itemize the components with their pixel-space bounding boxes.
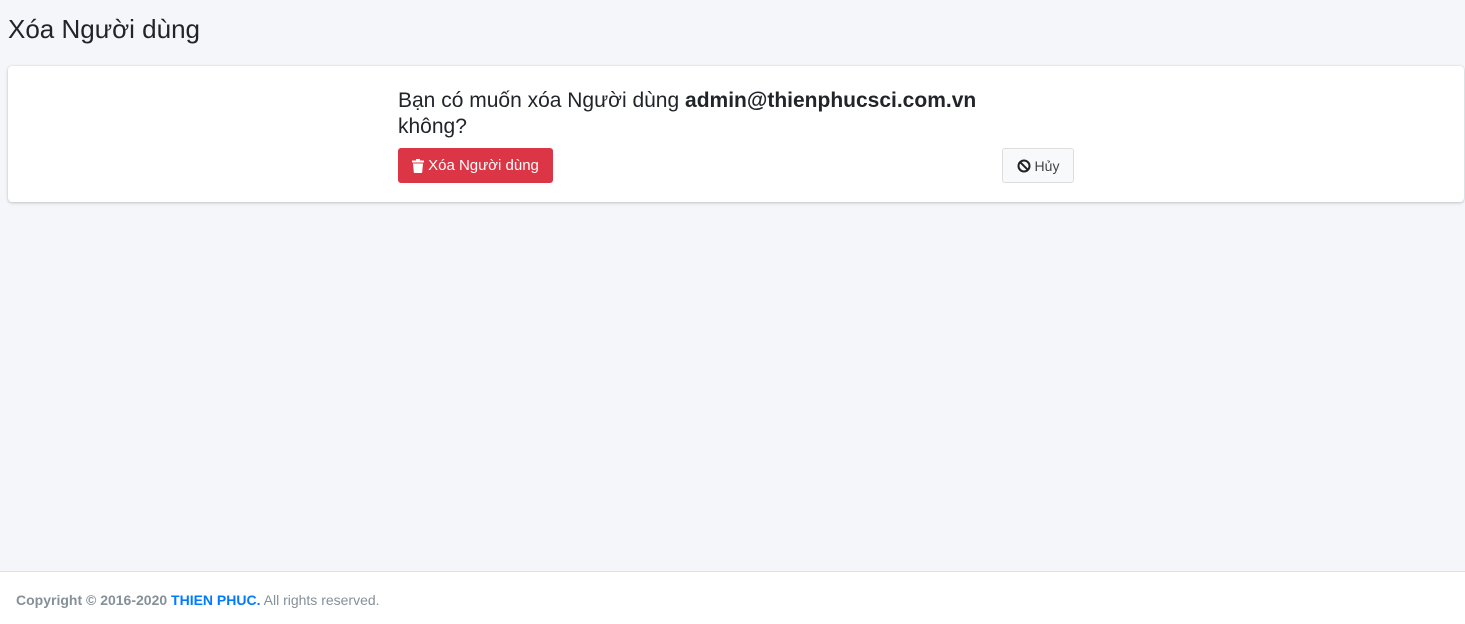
footer: Copyright © 2016-2020 THIEN PHUC. All ri… <box>0 571 1465 624</box>
brand-link[interactable]: THIEN PHUC. <box>171 592 260 608</box>
delete-user-label: Xóa Người dùng <box>428 157 539 174</box>
delete-user-button[interactable]: Xóa Người dùng <box>398 148 553 183</box>
question-prefix: Bạn có muốn xóa Người dùng <box>398 89 680 112</box>
copyright-text: Copyright © 2016-2020 THIEN PHUC. All ri… <box>16 592 380 608</box>
user-email: admin@thienphucsci.com.vn <box>685 89 977 112</box>
rights-text: All rights reserved. <box>263 592 380 608</box>
page-title: Xóa Người dùng <box>8 14 201 44</box>
cancel-button[interactable]: Hủy <box>1002 148 1074 183</box>
question-suffix: không? <box>398 115 467 138</box>
cancel-label: Hủy <box>1034 157 1060 174</box>
confirm-card: Bạn có muốn xóa Người dùng admin@thienph… <box>8 66 1464 202</box>
confirm-question: Bạn có muốn xóa Người dùng admin@thienph… <box>398 88 1058 140</box>
trash-icon <box>412 158 425 173</box>
ban-icon <box>1017 159 1031 173</box>
copyright-prefix: Copyright © 2016-2020 <box>16 592 168 608</box>
